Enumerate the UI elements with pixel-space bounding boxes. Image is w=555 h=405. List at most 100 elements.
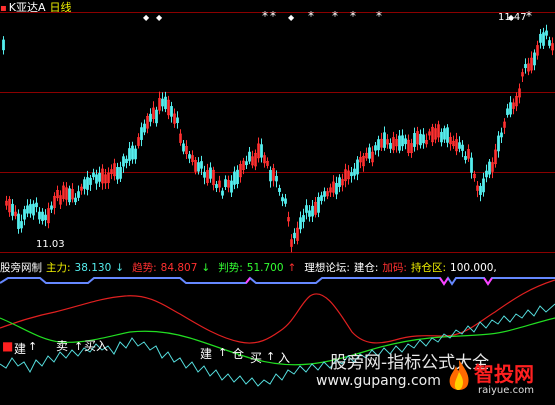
candle-body <box>188 154 191 159</box>
flame-logo-icon <box>449 360 469 390</box>
candle-body <box>389 142 392 149</box>
candle-body <box>479 185 482 195</box>
candle-body <box>353 168 356 176</box>
candle-body <box>119 167 122 179</box>
candle-body <box>170 106 173 117</box>
build-label: 建仓: <box>353 262 379 274</box>
candle-body <box>248 151 251 162</box>
candle-body <box>401 135 404 147</box>
up-arrow-icon: ↑ <box>218 346 227 359</box>
candle-body <box>11 203 14 216</box>
candle-body <box>20 221 23 229</box>
candle-body <box>398 135 401 151</box>
candle-body <box>419 133 422 146</box>
forum-label: 理想论坛: <box>304 262 350 274</box>
candle-body <box>200 161 203 169</box>
candle-body <box>164 96 167 110</box>
candle-body <box>269 169 272 182</box>
candle-body <box>464 156 467 160</box>
candle-body <box>305 205 308 213</box>
candle-body <box>83 179 86 189</box>
main-force-label: 主力: <box>46 262 71 274</box>
candle-body <box>356 159 359 175</box>
judge-label: 判势: <box>218 262 243 274</box>
hold-value: 100.000, <box>450 262 497 274</box>
candle-body <box>32 203 35 216</box>
candle-body <box>131 145 134 160</box>
candle-body <box>230 180 233 193</box>
candle-body <box>74 197 77 203</box>
candle-body <box>224 179 227 188</box>
candle-body <box>317 197 320 213</box>
candle-body <box>461 144 464 151</box>
signal-sell-1: 卖 <box>56 339 68 353</box>
candle-body <box>245 161 248 166</box>
candle-body <box>422 134 425 144</box>
candle-body <box>260 144 263 158</box>
candle-body <box>488 161 491 175</box>
candle-body <box>182 143 185 152</box>
signal-marker-icon: ◆ <box>143 13 150 22</box>
up-arrow-icon: ↑ <box>74 340 83 353</box>
candle-body <box>311 205 314 217</box>
candle-body <box>323 191 326 197</box>
candle-body <box>38 211 41 220</box>
candle-body <box>545 30 548 36</box>
signal-build-1: 建 <box>14 342 26 356</box>
candle-body <box>209 167 212 179</box>
candle-body <box>35 202 38 208</box>
signal-in-1: 入 <box>96 339 108 353</box>
candle-body <box>89 177 92 185</box>
logo-name: 智投网 <box>474 362 534 386</box>
signal-build-2: 建 <box>200 347 212 361</box>
candle-body <box>278 188 281 192</box>
candle-body <box>17 213 20 229</box>
candle-body <box>161 98 164 107</box>
candle-body <box>404 138 407 145</box>
candle-body <box>140 127 143 140</box>
candle-body <box>374 145 377 151</box>
trend-line <box>0 279 555 344</box>
candle-body <box>533 52 536 66</box>
signal-in-2: 入 <box>278 351 290 365</box>
candle-body <box>95 174 98 184</box>
candle-body <box>443 128 446 140</box>
sell-signal-icon: ■ <box>2 339 13 353</box>
signal-marker-icon: * <box>270 9 276 23</box>
candle-body <box>383 132 386 148</box>
candle-body <box>350 172 353 177</box>
hold-label: 持仓区: <box>410 262 447 274</box>
price-grid <box>0 12 555 253</box>
candle-body <box>215 184 218 189</box>
candle-body <box>122 156 125 167</box>
candle-body <box>221 190 224 196</box>
candle-body <box>377 139 380 151</box>
candle-body <box>134 148 137 160</box>
up-arrow-icon: ↑ <box>28 340 37 353</box>
candle-body <box>128 148 131 161</box>
candle-body <box>335 182 338 195</box>
candle-body <box>41 211 44 221</box>
candle-body <box>50 205 53 210</box>
candle-body <box>44 214 47 221</box>
signal-marker-icon: ◆ <box>156 13 163 22</box>
candle-body <box>236 169 239 185</box>
signal-marker-icon: * <box>376 9 382 23</box>
signal-marker-icon: * <box>308 9 314 23</box>
candle-body <box>485 170 488 178</box>
price-pane[interactable]: ◆ ◆ * * ◆ * * * * ◆ * 11.47 11.03 <box>0 0 555 258</box>
candle-body <box>86 177 89 190</box>
candle-body <box>509 102 512 115</box>
indicator-name[interactable]: 股旁网制 <box>0 262 42 274</box>
candle-body <box>233 171 236 185</box>
candle-body <box>77 191 80 198</box>
signal-buy-1: 买 <box>84 339 96 353</box>
candle-body <box>542 32 545 46</box>
judge-value: 51.700 ↑ <box>246 262 297 274</box>
candle-body <box>2 39 5 51</box>
signal-marker-icon: * <box>332 9 338 23</box>
candle-body <box>482 178 485 193</box>
candle-body <box>497 135 500 152</box>
candle-body <box>125 158 128 164</box>
signal-marker-icon: * <box>262 9 268 23</box>
